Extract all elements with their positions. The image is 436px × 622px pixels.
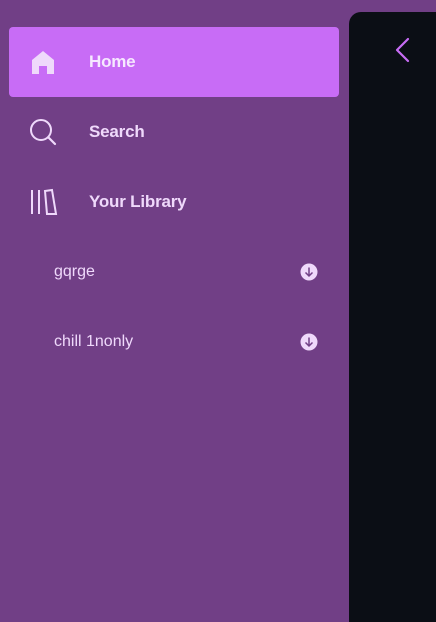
sidebar-item-label: Search bbox=[89, 122, 145, 141]
download-icon bbox=[300, 333, 318, 351]
search-icon bbox=[28, 117, 58, 147]
playlist-item[interactable]: gqrge bbox=[9, 237, 339, 307]
sidebar-item-search[interactable]: Search bbox=[9, 97, 339, 167]
main-panel bbox=[349, 12, 436, 622]
playlist-item[interactable]: chill 1nonly bbox=[9, 307, 339, 377]
sidebar: Home Search Your Library gqrge chill 1no… bbox=[0, 0, 349, 622]
back-chevron-icon[interactable] bbox=[391, 36, 415, 64]
sidebar-item-home[interactable]: Home bbox=[9, 27, 339, 97]
app-window: Home Search Your Library gqrge chill 1no… bbox=[0, 0, 436, 622]
download-icon bbox=[300, 263, 318, 281]
home-icon bbox=[28, 47, 58, 77]
playlist-name: gqrge bbox=[54, 263, 95, 280]
library-icon bbox=[28, 187, 58, 217]
playlist-name: chill 1nonly bbox=[54, 333, 134, 350]
sidebar-item-label: Your Library bbox=[89, 192, 187, 211]
sidebar-item-library[interactable]: Your Library bbox=[9, 167, 339, 237]
sidebar-item-label: Home bbox=[89, 52, 136, 71]
